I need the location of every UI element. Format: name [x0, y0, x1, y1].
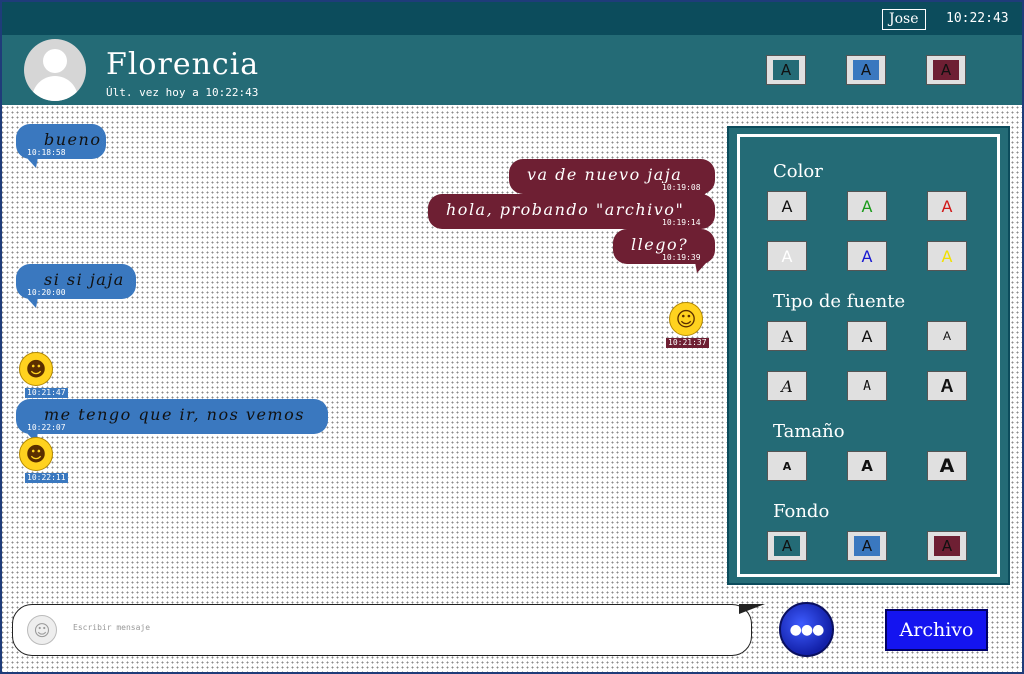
font-option-bold[interactable]: A [927, 371, 967, 401]
background-option-blue[interactable]: A [847, 531, 887, 561]
message-text: va de nuevo jaja [527, 165, 683, 184]
message-text: llego? [631, 235, 689, 254]
message-timestamp: 10:22:11 [25, 473, 68, 483]
message-timestamp: 10:18:58 [25, 148, 68, 158]
avatar-body-shape [32, 76, 78, 101]
message-timestamp: 10:19:14 [660, 218, 703, 228]
header-bg-swatch-blue[interactable]: A [846, 55, 886, 85]
color-section-title: Color [773, 161, 823, 182]
background-option-teal[interactable]: A [767, 531, 807, 561]
last-seen-status: Últ. vez hoy a 10:22:43 [106, 86, 259, 99]
size-option-medium[interactable]: A [847, 451, 887, 481]
grinning-face-icon: ☺ [669, 302, 703, 336]
message-timestamp: 10:22:07 [25, 423, 68, 433]
background-option-maroon[interactable]: A [927, 531, 967, 561]
swatch-chip: A [774, 536, 800, 556]
smiley-icon[interactable]: ☺ [27, 615, 57, 645]
current-user-badge[interactable]: Jose [882, 9, 926, 30]
message-composer: ☺ [12, 604, 765, 656]
top-bar: Jose 10:22:43 [2, 2, 1022, 35]
font-section-title: Tipo de fuente [773, 291, 906, 312]
swatch-chip: A [933, 60, 959, 80]
message-timestamp: 10:19:39 [660, 253, 703, 263]
header-bg-swatch-teal[interactable]: A [766, 55, 806, 85]
header-bg-swatch-maroon[interactable]: A [926, 55, 966, 85]
file-button[interactable]: Archivo [885, 609, 988, 651]
squinting-tongue-face-icon: ☻ [19, 352, 53, 386]
kissing-winking-face-icon: ☻ [19, 437, 53, 471]
size-section-title: Tamaño [773, 421, 845, 442]
swatch-chip: A [854, 536, 880, 556]
font-option-mono[interactable]: A [847, 371, 887, 401]
size-option-small[interactable]: A [767, 451, 807, 481]
contact-name: Florencia [106, 47, 260, 82]
avatar-head-shape [43, 49, 67, 73]
clock: 10:22:43 [946, 11, 1009, 26]
swatch-chip: A [934, 536, 960, 556]
contact-avatar[interactable] [24, 39, 86, 101]
orb-eyes: ●●● [789, 621, 825, 638]
font-option-serif[interactable]: A [767, 321, 807, 351]
color-option-green[interactable]: A [847, 191, 887, 221]
message-text: me tengo que ir, nos vemos [44, 405, 305, 424]
message-text: hola, probando "archivo" [446, 200, 685, 219]
message-text: si si jaja [44, 270, 125, 289]
panel-frame: Color A A A A A A Tipo de fuente A A A A… [737, 134, 1000, 577]
message-timestamp: 10:21:47 [25, 388, 68, 398]
color-option-blue[interactable]: A [847, 241, 887, 271]
font-option-script[interactable]: A [767, 371, 807, 401]
message-timestamp: 10:21:37 [666, 338, 709, 348]
message-timestamp: 10:19:08 [660, 183, 703, 193]
message-input[interactable] [73, 617, 733, 637]
color-option-yellow[interactable]: A [927, 241, 967, 271]
color-option-black[interactable]: A [767, 191, 807, 221]
background-section-title: Fondo [773, 501, 830, 522]
style-settings-panel: Color A A A A A A Tipo de fuente A A A A… [727, 126, 1010, 585]
color-option-white[interactable]: A [767, 241, 807, 271]
animated-emoji-orb-icon[interactable]: ●●● [779, 602, 834, 657]
chat-header: Florencia Últ. vez hoy a 10:22:43 A A A [2, 35, 1022, 105]
swatch-chip: A [853, 60, 879, 80]
font-option-light[interactable]: A [927, 321, 967, 351]
size-option-large[interactable]: A [927, 451, 967, 481]
message-text: bueno [44, 130, 102, 149]
font-option-sans[interactable]: A [847, 321, 887, 351]
color-option-red[interactable]: A [927, 191, 967, 221]
message-timestamp: 10:20:00 [25, 288, 68, 298]
swatch-chip: A [773, 60, 799, 80]
